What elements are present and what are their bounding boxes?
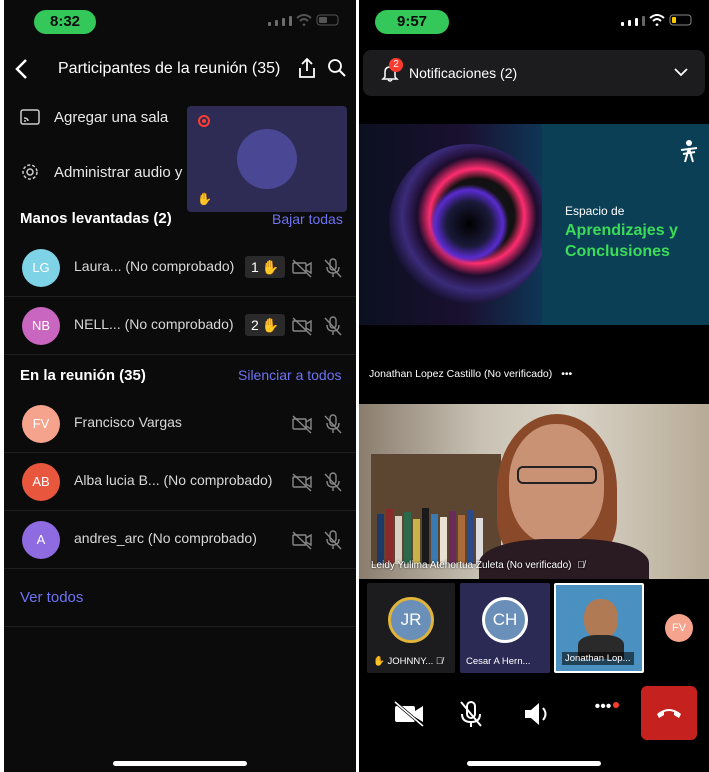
participant-row[interactable]: A andres_arc (No comprobado) <box>4 511 356 569</box>
lower-all-link[interactable]: Bajar todas <box>272 211 343 227</box>
status-time: 8:32 <box>34 10 96 34</box>
camera-off-icon <box>292 415 312 434</box>
battery-icon <box>316 14 339 26</box>
participant-name: Laura... (No comprobado) <box>74 258 235 274</box>
participant-row[interactable]: FV Francisco Vargas <box>4 395 356 453</box>
cast-icon <box>20 109 40 125</box>
manage-audio-row[interactable]: Administrar audio y <box>20 162 182 182</box>
slide-subtitle: Espacio de <box>565 204 625 218</box>
speaker-video <box>359 404 709 579</box>
avatar: JR <box>388 597 434 643</box>
more-options-dot <box>613 702 619 708</box>
participant-name: NELL... (No comprobado) <box>74 316 234 332</box>
search-icon[interactable] <box>326 56 348 80</box>
speaker-face <box>509 424 604 544</box>
participant-thumbnail[interactable]: CH Cesar A Hern... <box>460 583 550 673</box>
raised-hand-icon: ✋ <box>197 192 212 206</box>
divider <box>4 626 356 627</box>
mic-off-icon <box>324 316 342 336</box>
shared-slide: Espacio de Aprendizajes y Conclusiones <box>359 124 709 325</box>
avatar: NB <box>22 307 60 345</box>
status-icons <box>621 14 695 26</box>
camera-off-icon <box>292 259 312 278</box>
wifi-icon <box>296 14 312 26</box>
gear-icon <box>22 164 38 180</box>
participant-video <box>584 599 618 639</box>
leave-call-button[interactable] <box>641 686 697 740</box>
page-title: Participantes de la reunión (35) <box>58 60 281 77</box>
notification-count-badge: 2 <box>389 58 403 72</box>
home-indicator[interactable] <box>113 761 247 766</box>
avatar: A <box>22 521 60 559</box>
mic-off-icon <box>324 472 342 492</box>
self-video-preview[interactable]: ✋ <box>187 106 347 212</box>
slide-title: Aprendizajes y Conclusiones <box>565 220 678 262</box>
status-icons <box>268 14 342 26</box>
signal-icon <box>268 22 271 26</box>
speaker-icon[interactable] <box>517 694 557 734</box>
mic-off-icon: 🎙̸ <box>577 560 585 571</box>
participants-screen: 8:32 Participantes de la reunión (35) Ag… <box>4 0 356 772</box>
home-indicator[interactable] <box>467 761 601 766</box>
thumbnail-label: ✋ JOHNNY... 🎙̸ <box>373 656 443 667</box>
status-time: 9:57 <box>375 10 449 34</box>
header: Participantes de la reunión (35) <box>4 52 356 88</box>
battery-icon <box>669 14 692 26</box>
hand-order-badge: 2 ✋ <box>245 314 286 336</box>
raised-hands-title: Manos levantadas (2) <box>20 210 172 227</box>
chevron-down-icon[interactable] <box>673 66 689 78</box>
avatar: LG <box>22 249 60 287</box>
participant-name: Francisco Vargas <box>74 414 182 430</box>
thumbnail-label: Jonathan Lop... <box>562 652 634 665</box>
mic-off-icon: 🎙̸ <box>435 656 443 667</box>
presenter-name: Jonathan Lopez Castillo (No verificado) <box>369 368 553 380</box>
meeting-screen: 9:57 2 Notificaciones (2) Espacio de Apr… <box>359 0 709 772</box>
participant-thumbnail[interactable]: Jonathan Lop... <box>554 583 644 673</box>
raised-hand-row[interactable]: LG Laura... (No comprobado) 1 ✋ <box>4 239 356 297</box>
participant-thumbnail[interactable]: JR ✋ JOHNNY... 🎙̸ <box>367 583 455 673</box>
presenter-bar[interactable]: Jonathan Lopez Castillo (No verificado) … <box>369 368 572 380</box>
slide-title-line: Conclusiones <box>565 243 670 260</box>
participant-name: andres_arc (No comprobado) <box>74 530 257 546</box>
share-icon[interactable] <box>296 56 318 80</box>
avatar: AB <box>22 463 60 501</box>
avatar: CH <box>482 597 528 643</box>
add-room-row[interactable]: Agregar una sala <box>20 108 168 126</box>
signal-icon <box>621 22 624 26</box>
speaker-name-label: Leidy Yulima Atehortua Zuleta (No verifi… <box>371 560 585 571</box>
add-room-label: Agregar una sala <box>54 108 169 126</box>
in-meeting-title: En la reunión (35) <box>20 367 146 384</box>
recording-icon <box>198 115 210 127</box>
mute-all-link[interactable]: Silenciar a todos <box>238 367 342 383</box>
wifi-icon <box>649 14 665 26</box>
camera-off-icon <box>292 473 312 492</box>
self-avatar <box>237 129 297 189</box>
notifications-label: Notificaciones (2) <box>409 65 518 81</box>
participant-name: Alba lucia B... (No comprobado) <box>74 472 273 488</box>
thumbnail-label: Cesar A Hern... <box>466 656 531 667</box>
see-all-link[interactable]: Ver todos <box>20 589 83 606</box>
manage-audio-label: Administrar audio y <box>54 163 183 181</box>
mic-off-icon <box>324 530 342 550</box>
bookshelf <box>371 454 501 564</box>
slide-title-line: Aprendizajes y <box>565 222 678 239</box>
call-controls: ••• <box>359 684 709 744</box>
avatar[interactable]: FV <box>665 614 693 642</box>
more-options-icon[interactable]: ••• <box>561 368 572 380</box>
notifications-banner[interactable]: 2 Notificaciones (2) <box>363 50 705 96</box>
camera-off-icon <box>292 317 312 336</box>
camera-off-icon[interactable] <box>389 694 429 734</box>
sena-logo-icon <box>680 140 698 163</box>
participant-row[interactable]: AB Alba lucia B... (No comprobado) <box>4 453 356 511</box>
mic-off-icon <box>324 258 342 278</box>
mic-off-icon <box>324 414 342 434</box>
hang-up-icon <box>657 709 681 718</box>
back-icon[interactable] <box>12 56 32 82</box>
mic-off-icon[interactable] <box>451 694 491 734</box>
hand-order-badge: 1 ✋ <box>245 256 286 278</box>
camera-off-icon <box>292 531 312 550</box>
raised-hand-row[interactable]: NB NELL... (No comprobado) 2 ✋ <box>4 297 356 355</box>
avatar: FV <box>22 405 60 443</box>
